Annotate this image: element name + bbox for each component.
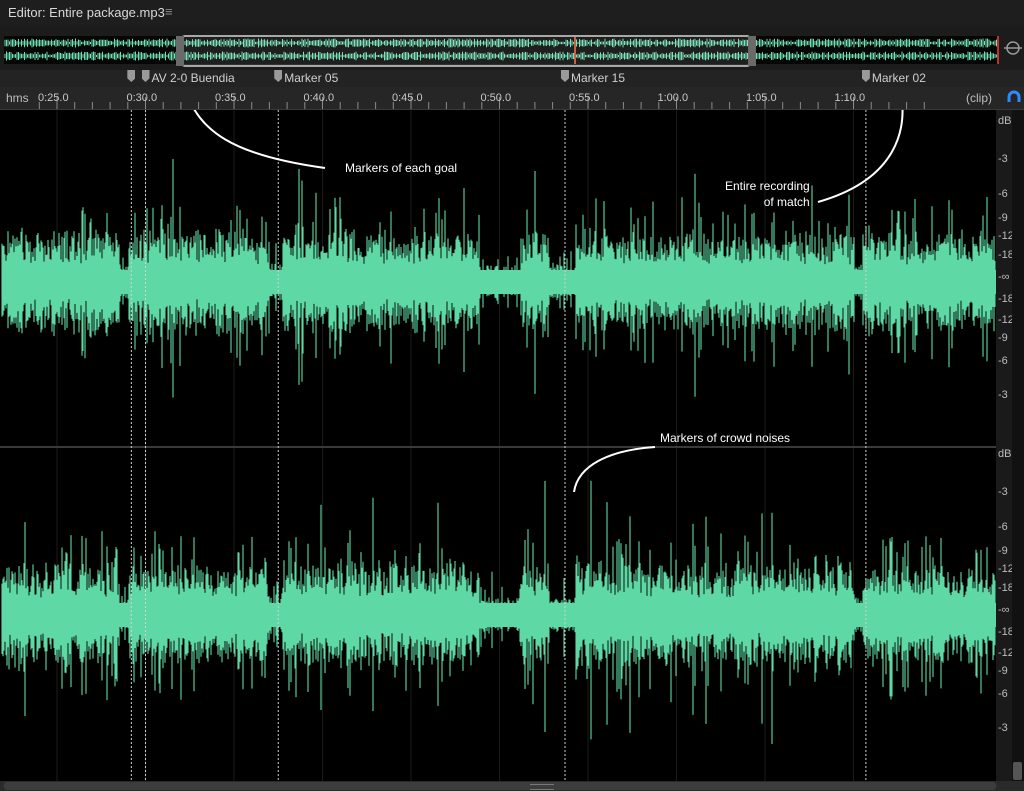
db-scale-label: -∞ xyxy=(998,271,1010,283)
db-scale-label: -6 xyxy=(998,355,1008,367)
db-scale-label: -3 xyxy=(998,486,1008,498)
ruler-tick-label: 1:05.0 xyxy=(746,92,777,104)
ruler-tick-label: 0:50.0 xyxy=(481,92,512,104)
ruler-tick-label: 0:40.0 xyxy=(304,92,335,104)
goals-annotation: Markers of each goal xyxy=(345,161,458,175)
db-scale-label: dB xyxy=(998,448,1011,460)
ruler-ticks: 0:25.0 0:30.0 0:35.0 0:40.0 0:45.0 0:50.0 0:55… xyxy=(38,92,925,109)
ruler-tick-label: 1:00.0 xyxy=(658,92,689,104)
overview-waveform xyxy=(4,35,1022,67)
crowd-annotation: Markers of crowd noises xyxy=(660,431,791,445)
entire-annotation-line2: of match xyxy=(763,195,810,209)
ruler-tick-label: 1:10.0 xyxy=(835,92,866,104)
vertical-scroll-thumb[interactable] xyxy=(1013,762,1022,780)
ruler-tick-label: 0:55.0 xyxy=(569,92,600,104)
range-left-handle[interactable] xyxy=(176,36,184,66)
visible-range-selection[interactable] xyxy=(181,35,751,67)
vertical-scrollbar[interactable] xyxy=(1012,110,1024,781)
marker-label[interactable]: Marker 02 xyxy=(872,71,926,85)
clip-label: (clip) xyxy=(966,91,992,105)
entire-recording-annotation: Entire recording of match xyxy=(725,178,810,210)
snap-magnet-icon[interactable] xyxy=(1004,88,1024,108)
ruler-tick-label: 0:25.0 xyxy=(38,92,69,104)
scroll-grip-icon[interactable] xyxy=(530,784,554,790)
horizontal-scroll-thumb[interactable] xyxy=(4,782,996,790)
db-scale-label: -9 xyxy=(998,665,1008,677)
time-ruler[interactable]: hms 0:25.0 0:30.0 0:35.0 0:40.0 0:45.0 0:50.0… xyxy=(0,87,1024,110)
editor-title: Editor: Entire package.mp3 xyxy=(8,5,165,20)
db-scale-label: -6 xyxy=(998,521,1008,533)
ruler-tick-label: 0:45.0 xyxy=(392,92,423,104)
marker-label[interactable]: AV 2-0 Buendia xyxy=(152,71,235,85)
waveform-display[interactable] xyxy=(0,110,1012,781)
entire-annotation-line1: Entire recording xyxy=(725,179,810,193)
marker-label[interactable]: Marker 05 xyxy=(284,71,338,85)
range-right-handle[interactable] xyxy=(748,36,756,66)
db-scale-label: -9 xyxy=(998,212,1008,224)
db-scale-label: -6 xyxy=(998,688,1008,700)
ruler-tick-label: 0:30.0 xyxy=(127,92,158,104)
db-scale-label: -∞ xyxy=(998,604,1010,616)
overview-navigator[interactable] xyxy=(0,26,1024,70)
db-scale-label: -3 xyxy=(998,389,1008,401)
db-scale-label: -3 xyxy=(998,722,1008,734)
db-scale-label: -9 xyxy=(998,332,1008,344)
ruler-tick-label: 0:35.0 xyxy=(215,92,246,104)
panel-menu-icon[interactable]: ≡ xyxy=(165,4,173,19)
marker-label[interactable]: Marker 15 xyxy=(571,71,625,85)
db-scale-label: -9 xyxy=(998,545,1008,557)
zoom-navigator-icon[interactable] xyxy=(1004,41,1022,55)
db-scale-label: -3 xyxy=(998,153,1008,165)
db-scale-label: dB xyxy=(998,115,1011,127)
db-scale-label: -6 xyxy=(998,188,1008,200)
